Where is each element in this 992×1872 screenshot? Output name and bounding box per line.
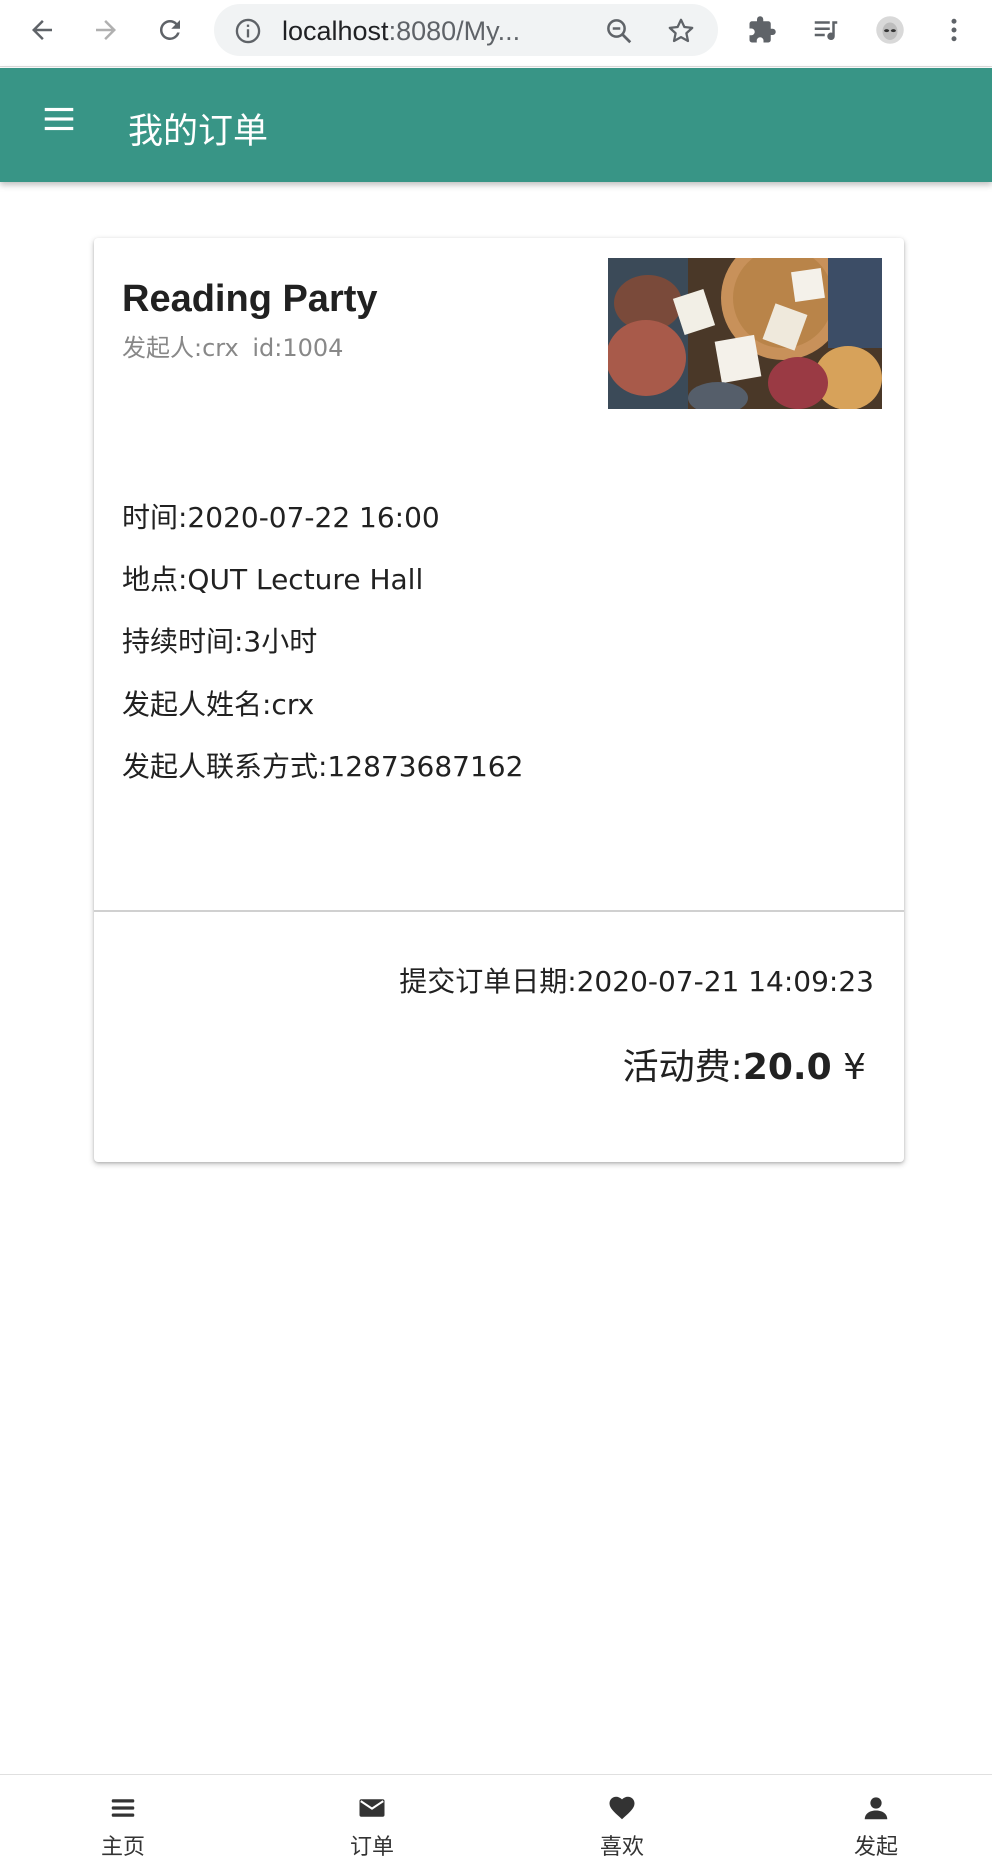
organizer-name: 发起人姓名:crx bbox=[122, 688, 315, 721]
bottom-nav-favorites-label: 喜欢 bbox=[599, 1835, 644, 1860]
fee-amount: 20.0 bbox=[742, 1047, 832, 1088]
event-location: 地点:QUT Lecture Hall bbox=[122, 563, 424, 596]
bottom-nav-launch[interactable]: 发起 bbox=[816, 1793, 936, 1863]
bottom-nav-home[interactable]: 主页 bbox=[63, 1793, 183, 1863]
url-text[interactable]: localhost:8080/My... bbox=[282, 16, 564, 47]
activity-fee: 活动费:20.0 ¥ bbox=[623, 1038, 866, 1090]
avatar-icon bbox=[876, 16, 904, 44]
bottom-nav-launch-label: 发起 bbox=[853, 1835, 898, 1860]
bottom-nav: 主页 订单 喜欢 发起 bbox=[0, 1774, 992, 1872]
heart-icon bbox=[609, 1796, 635, 1820]
organizer-contact: 发起人联系方式:12873687162 bbox=[122, 750, 524, 783]
star-icon[interactable] bbox=[666, 16, 696, 46]
reload-button[interactable] bbox=[148, 8, 192, 52]
browser-toolbar: localhost:8080/My... bbox=[0, 0, 992, 67]
event-image bbox=[608, 258, 882, 409]
order-card: Reading Party 发起人:crx id:1004 时间:2020-07… bbox=[94, 238, 904, 1162]
page-title: 我的订单 bbox=[128, 112, 269, 152]
browser-menu-button[interactable] bbox=[932, 8, 976, 52]
back-arrow-icon bbox=[32, 20, 52, 40]
bottom-nav-home-label: 主页 bbox=[100, 1835, 145, 1860]
bottom-nav-orders-label: 订单 bbox=[349, 1835, 394, 1860]
submit-date: 提交订单日期:2020-07-21 14:09:23 bbox=[399, 965, 874, 998]
forward-button[interactable] bbox=[84, 8, 128, 52]
playlist-icon bbox=[814, 21, 838, 41]
extensions-button[interactable] bbox=[740, 8, 784, 52]
hamburger-menu-icon[interactable] bbox=[40, 100, 78, 138]
profile-button[interactable] bbox=[868, 8, 912, 52]
event-time: 时间:2020-07-22 16:00 bbox=[122, 501, 440, 534]
event-title: Reading Party bbox=[122, 278, 378, 320]
back-button[interactable] bbox=[20, 8, 64, 52]
bottom-nav-favorites[interactable]: 喜欢 bbox=[562, 1793, 682, 1863]
url-path: :8080/My... bbox=[388, 16, 521, 46]
event-subtitle: 发起人:crx id:1004 bbox=[122, 334, 344, 362]
bottom-nav-orders[interactable]: 订单 bbox=[312, 1793, 432, 1863]
url-host: localhost bbox=[282, 16, 389, 46]
info-icon[interactable] bbox=[234, 17, 262, 45]
media-button[interactable] bbox=[804, 8, 848, 52]
puzzle-icon bbox=[749, 16, 776, 43]
more-vert-icon bbox=[951, 18, 957, 42]
app-bar: 我的订单 bbox=[0, 68, 992, 182]
reload-icon bbox=[159, 19, 180, 40]
fee-label: 活动费: bbox=[622, 1047, 743, 1088]
forward-arrow-icon bbox=[96, 20, 116, 40]
person-icon bbox=[864, 1797, 888, 1820]
menu-icon bbox=[111, 1799, 135, 1817]
mail-icon bbox=[359, 1799, 385, 1817]
address-bar[interactable]: localhost:8080/My... bbox=[214, 4, 718, 56]
card-divider bbox=[94, 910, 904, 912]
zoom-icon[interactable] bbox=[604, 16, 634, 46]
fee-currency: ¥ bbox=[843, 1047, 866, 1088]
event-duration: 持续时间:3小时 bbox=[122, 625, 318, 658]
